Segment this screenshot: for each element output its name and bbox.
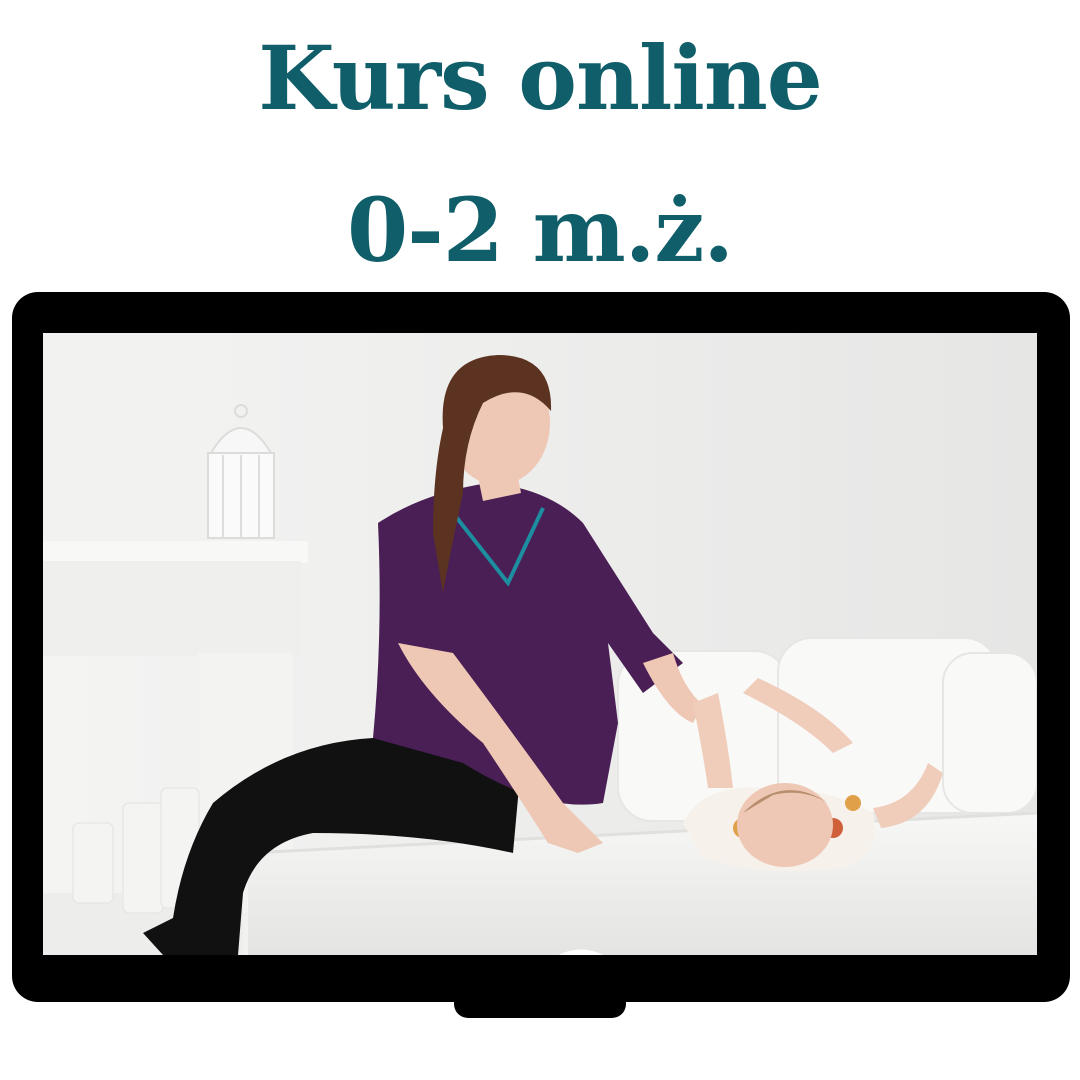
video-thumbnail[interactable]: [43, 333, 1037, 955]
mantel-shelf: [43, 541, 308, 563]
headline-line-2: 0-2 m.ż.: [347, 178, 734, 282]
play-icon: [559, 949, 603, 955]
play-button[interactable]: [534, 949, 628, 955]
video-scene: [43, 333, 1037, 955]
laptop-stand: [454, 990, 626, 1018]
wall-panel: [43, 333, 203, 548]
headline-line-1: Kurs online: [258, 26, 823, 130]
